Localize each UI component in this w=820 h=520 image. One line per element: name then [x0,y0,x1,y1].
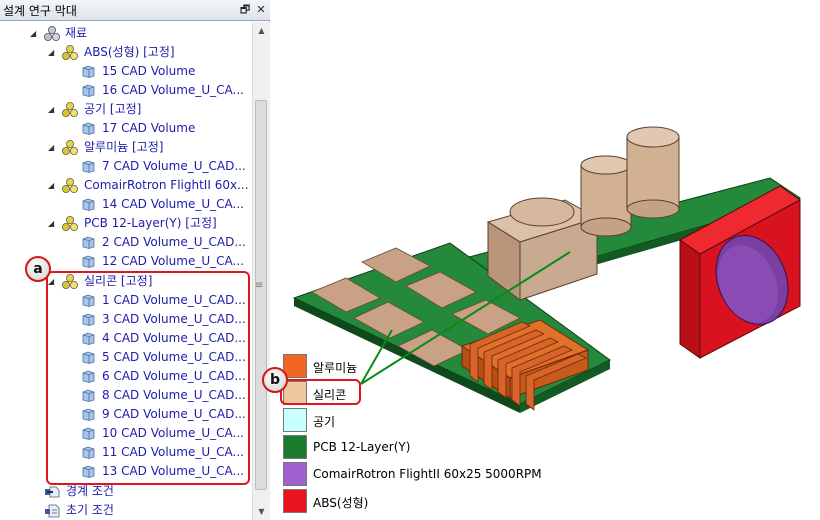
material-icon [62,216,78,231]
tree-label: PCB 12-Layer(Y) [고정] [84,216,217,230]
tree-label: 15 CAD Volume [102,64,196,78]
legend-item-aluminum: 알루미늄 [283,354,543,380]
legend-swatch [283,408,307,432]
material-icon [62,178,78,193]
splitter-grip-icon[interactable]: ≡ [255,280,263,291]
legend-swatch [283,489,307,513]
material-icon [62,140,78,155]
tree-label: ComairRotron FlightII 60x... [84,178,249,192]
tree-label: 17 CAD Volume [102,121,196,135]
legend-label: ComairRotron FlightII 60x25 5000RPM [313,467,542,481]
panel-title: 설계 연구 막대 [3,4,77,18]
tree-scrollbar[interactable]: ▲ ▼ [252,22,270,520]
collapse-icon[interactable]: ◢ [48,138,57,157]
close-icon[interactable]: ✕ [254,3,268,17]
highlight-silicone-legend [280,379,361,405]
legend-item-air: 공기 [283,408,543,434]
volume-cube-icon [82,198,95,211]
tree-node-volume[interactable]: 2 CAD Volume_U_CAD... [0,233,250,252]
material-group-icon [44,26,60,41]
capacitor-right [626,126,680,219]
volume-cube-icon [82,255,95,268]
scroll-up-icon[interactable]: ▲ [253,22,270,39]
collapse-icon[interactable]: ◢ [48,43,57,62]
boundary-conditions-icon [45,486,60,498]
legend-swatch [283,462,307,486]
legend-label: PCB 12-Layer(Y) [313,440,411,454]
tree-node-initial-conditions[interactable]: 초기 조건 [0,501,250,520]
legend-swatch [283,435,307,459]
tree-node-volume[interactable]: 15 CAD Volume [0,62,250,81]
collapse-icon[interactable]: ◢ [48,214,57,233]
tree-node-material-pcb[interactable]: ◢ PCB 12-Layer(Y) [고정] [0,214,250,233]
volume-cube-icon [82,160,95,173]
collapse-icon[interactable]: ◢ [48,176,57,195]
legend-item-abs: ABS(성형) [283,489,543,515]
callout-a: a [25,256,51,282]
tree-node-volume[interactable]: 7 CAD Volume_U_CAD... [0,157,250,176]
panel-title-bar: 설계 연구 막대 🗗 ✕ [0,0,270,21]
highlight-silicone-group [46,271,250,485]
tree-node-materials[interactable]: ◢ 재료 [0,24,250,43]
tree-node-material-air[interactable]: ◢ 공기 [고정] [0,100,250,119]
tree-label: 14 CAD Volume_U_CA... [102,197,244,211]
tree-label: ABS(성형) [고정] [84,45,175,59]
material-icon [62,102,78,117]
tree-label: 16 CAD Volume_U_CA... [102,83,244,97]
tree-node-material-abs[interactable]: ◢ ABS(성형) [고정] [0,43,250,62]
tree-label: 초기 조건 [66,503,114,517]
callout-b: b [262,367,288,393]
tree-label: 2 CAD Volume_U_CAD... [102,235,246,249]
tree-node-volume[interactable]: 14 CAD Volume_U_CA... [0,195,250,214]
tree-node-volume[interactable]: 16 CAD Volume_U_CA... [0,81,250,100]
scroll-down-icon[interactable]: ▼ [253,503,270,520]
legend-item-pcb: PCB 12-Layer(Y) [283,435,543,461]
collapse-icon[interactable]: ◢ [30,24,39,43]
legend-label: 알루미늄 [313,361,358,375]
tree-node-material-fan[interactable]: ◢ ComairRotron FlightII 60x... [0,176,250,195]
collapse-icon[interactable]: ◢ [48,100,57,119]
legend-label: ABS(성형) [313,496,369,510]
tree-label-materials: 재료 [65,26,88,40]
pin-icon[interactable]: 🗗 [238,3,252,17]
material-icon [62,45,78,60]
tree-node-volume[interactable]: 17 CAD Volume [0,119,250,138]
capacitor-left [580,155,632,237]
tree-label: 7 CAD Volume_U_CAD... [102,159,246,173]
legend-item-fan: ComairRotron FlightII 60x25 5000RPM [283,462,543,488]
tree-label: 공기 [고정] [84,102,142,116]
tree-label: 12 CAD Volume_U_CA... [102,254,244,268]
tree-label: 알루미늄 [고정] [84,140,164,154]
scrollbar-thumb[interactable] [255,100,267,490]
volume-cube-icon [82,236,95,249]
initial-conditions-icon [45,504,60,518]
volume-cube-icon [82,122,95,135]
volume-cube-icon [82,84,95,97]
legend-label: 공기 [313,415,336,429]
volume-cube-icon [82,65,95,78]
tree-node-material-aluminum[interactable]: ◢ 알루미늄 [고정] [0,138,250,157]
